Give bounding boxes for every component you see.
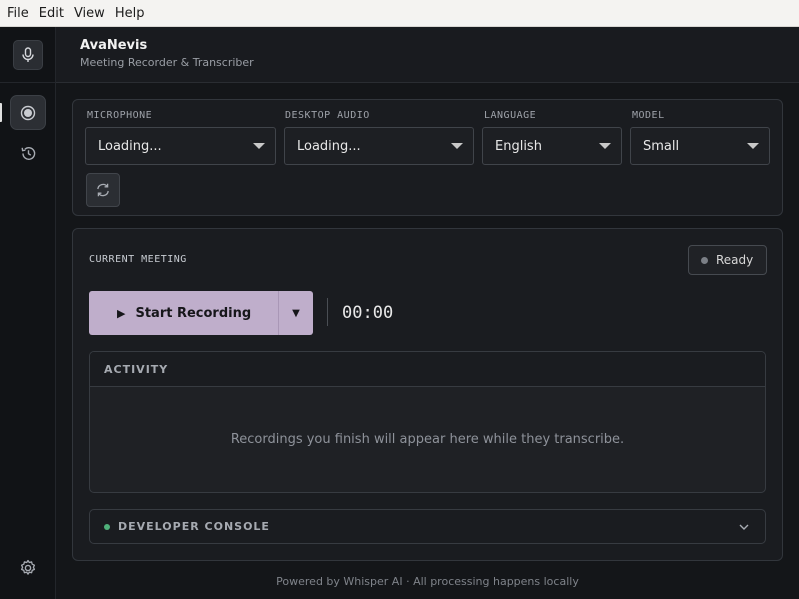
settings-button[interactable]	[14, 554, 42, 582]
chevron-down-icon	[451, 143, 463, 149]
start-recording-button[interactable]: ▶ Start Recording	[89, 291, 278, 335]
chevron-down-icon	[599, 143, 611, 149]
app-subtitle: Meeting Recorder & Transcriber	[80, 56, 254, 69]
menu-bar: File Edit View Help	[0, 0, 799, 27]
sidebar	[0, 27, 56, 599]
start-recording-label: Start Recording	[135, 305, 252, 321]
language-select[interactable]: English	[482, 127, 622, 165]
model-label: MODEL	[632, 110, 665, 121]
status-text: Ready	[716, 253, 754, 267]
record-options-button[interactable]: ▼	[278, 291, 313, 335]
app-logo-button[interactable]	[13, 40, 43, 70]
refresh-devices-button[interactable]	[86, 173, 120, 207]
play-icon: ▶	[117, 306, 126, 320]
menu-help[interactable]: Help	[110, 0, 150, 27]
gear-icon	[20, 559, 36, 575]
app-header: AvaNevis Meeting Recorder & Transcriber	[56, 27, 799, 83]
history-icon	[21, 146, 35, 160]
footer-text: Powered by Whisper AI · All processing h…	[276, 575, 579, 588]
microphone-select-value: Loading...	[98, 138, 162, 154]
microphone-icon	[22, 47, 34, 62]
current-meeting-title: CURRENT MEETING	[89, 254, 187, 265]
status-badge: Ready	[688, 245, 767, 275]
desktop-audio-label: DESKTOP AUDIO	[285, 110, 370, 121]
activity-empty-state: Recordings you finish will appear here w…	[230, 432, 625, 447]
recording-timer: 00:00	[342, 303, 394, 323]
activity-panel: ACTIVITY Recordings you finish will appe…	[89, 351, 766, 493]
menu-view[interactable]: View	[69, 0, 110, 27]
caret-down-icon: ▼	[292, 307, 300, 319]
microphone-label: MICROPHONE	[87, 110, 153, 121]
model-select[interactable]: Small	[630, 127, 770, 165]
record-button-group: ▶ Start Recording ▼	[89, 291, 313, 335]
sidebar-item-record[interactable]	[10, 95, 46, 130]
audio-settings-card: MICROPHONE Loading... DESKTOP AUDIO Load…	[72, 99, 783, 216]
language-label: LANGUAGE	[484, 110, 537, 121]
sidebar-item-history[interactable]	[14, 139, 42, 167]
model-select-value: Small	[643, 138, 680, 154]
sidebar-divider	[0, 82, 56, 83]
current-meeting-card: CURRENT MEETING Ready ▶ Start Recording …	[72, 228, 783, 561]
desktop-audio-select-value: Loading...	[297, 138, 361, 154]
status-dot	[701, 256, 708, 264]
console-status-dot	[104, 523, 110, 530]
app-title: AvaNevis	[80, 38, 148, 53]
language-select-value: English	[495, 138, 542, 154]
menu-file[interactable]: File	[2, 0, 34, 27]
developer-console-label: DEVELOPER CONSOLE	[118, 520, 270, 533]
record-icon	[20, 105, 36, 120]
developer-console-toggle[interactable]: DEVELOPER CONSOLE	[89, 509, 766, 544]
menu-edit[interactable]: Edit	[34, 0, 69, 27]
activity-title: ACTIVITY	[90, 352, 765, 387]
timer-divider	[327, 298, 328, 326]
chevron-down-icon	[747, 143, 759, 149]
desktop-audio-select[interactable]: Loading...	[284, 127, 474, 165]
microphone-select[interactable]: Loading...	[85, 127, 276, 165]
refresh-icon	[97, 183, 109, 197]
chevron-down-icon	[253, 143, 265, 149]
active-nav-indicator	[0, 103, 2, 122]
chevron-down-icon	[739, 524, 749, 530]
